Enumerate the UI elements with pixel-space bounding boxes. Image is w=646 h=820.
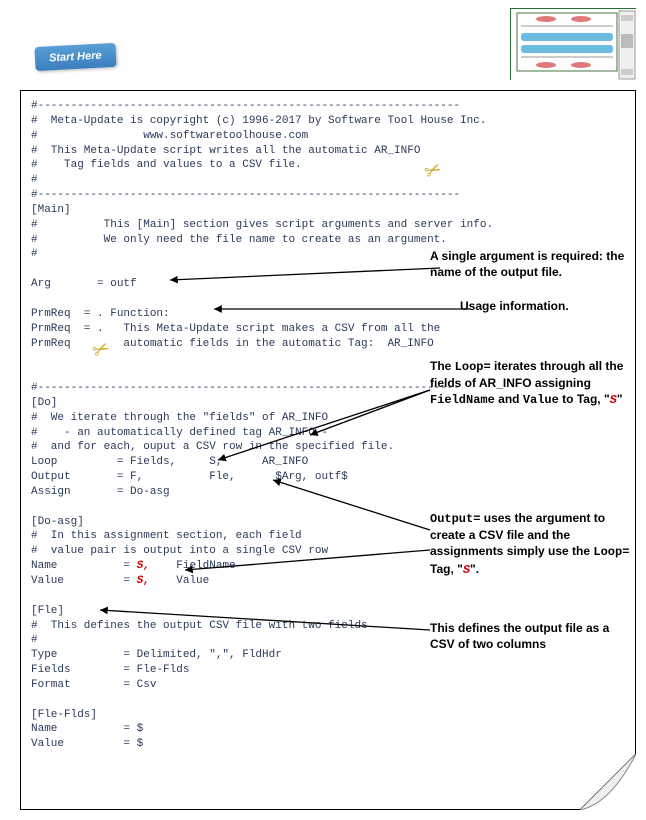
annotation-argument: A single argument is required: the name … <box>430 248 625 280</box>
code-line: # <box>31 173 625 188</box>
code-line: Assign = Do-asg <box>31 485 625 500</box>
code-line: # We iterate through the "fields" of AR_… <box>31 411 625 426</box>
code-line: # This [Main] section gives script argum… <box>31 218 625 233</box>
source-code: #---------------------------------------… <box>31 99 625 752</box>
code-line: # We only need the file name to create a… <box>31 233 625 248</box>
code-line <box>31 589 625 604</box>
code-line <box>31 693 625 708</box>
code-line: Fields = Fle-Flds <box>31 663 625 678</box>
annotation-loop: The Loop= iterates through all the field… <box>430 358 635 409</box>
code-line: Loop = Fields, S, AR_INFO <box>31 455 625 470</box>
code-line: [Main] <box>31 203 625 218</box>
code-line: PrmReq = . This Meta-Update script makes… <box>31 322 625 337</box>
code-line: #---------------------------------------… <box>31 188 625 203</box>
code-line: # Meta-Update is copyright (c) 1996-2017… <box>31 114 625 129</box>
code-line: # This Meta-Update script writes all the… <box>31 144 625 159</box>
code-line: # - an automatically defined tag AR_INFO… <box>31 426 625 441</box>
annotation-usage: Usage information. <box>460 298 646 314</box>
code-line: # www.softwaretoolhouse.com <box>31 129 625 144</box>
code-line: Output = F, Fle, $Arg, outf$ <box>31 470 625 485</box>
code-line: Value = $ <box>31 737 625 752</box>
code-line: [Fle] <box>31 604 625 619</box>
annotation-output: Output= uses the argument to create a CS… <box>430 510 635 578</box>
code-line: Name = $ <box>31 722 625 737</box>
code-line: [Fle-Flds] <box>31 708 625 723</box>
top-right-diagram <box>510 8 636 80</box>
annotation-fle: This defines the output file as a CSV of… <box>430 620 635 652</box>
code-line: PrmReq automatic fields in the automatic… <box>31 337 625 352</box>
code-panel: #---------------------------------------… <box>20 90 636 810</box>
code-line: #---------------------------------------… <box>31 99 625 114</box>
start-here-button[interactable]: Start Here <box>34 43 116 71</box>
code-line: # Tag fields and values to a CSV file. <box>31 158 625 173</box>
code-line: # and for each, ouput a CSV row in the s… <box>31 440 625 455</box>
code-line: Format = Csv <box>31 678 625 693</box>
